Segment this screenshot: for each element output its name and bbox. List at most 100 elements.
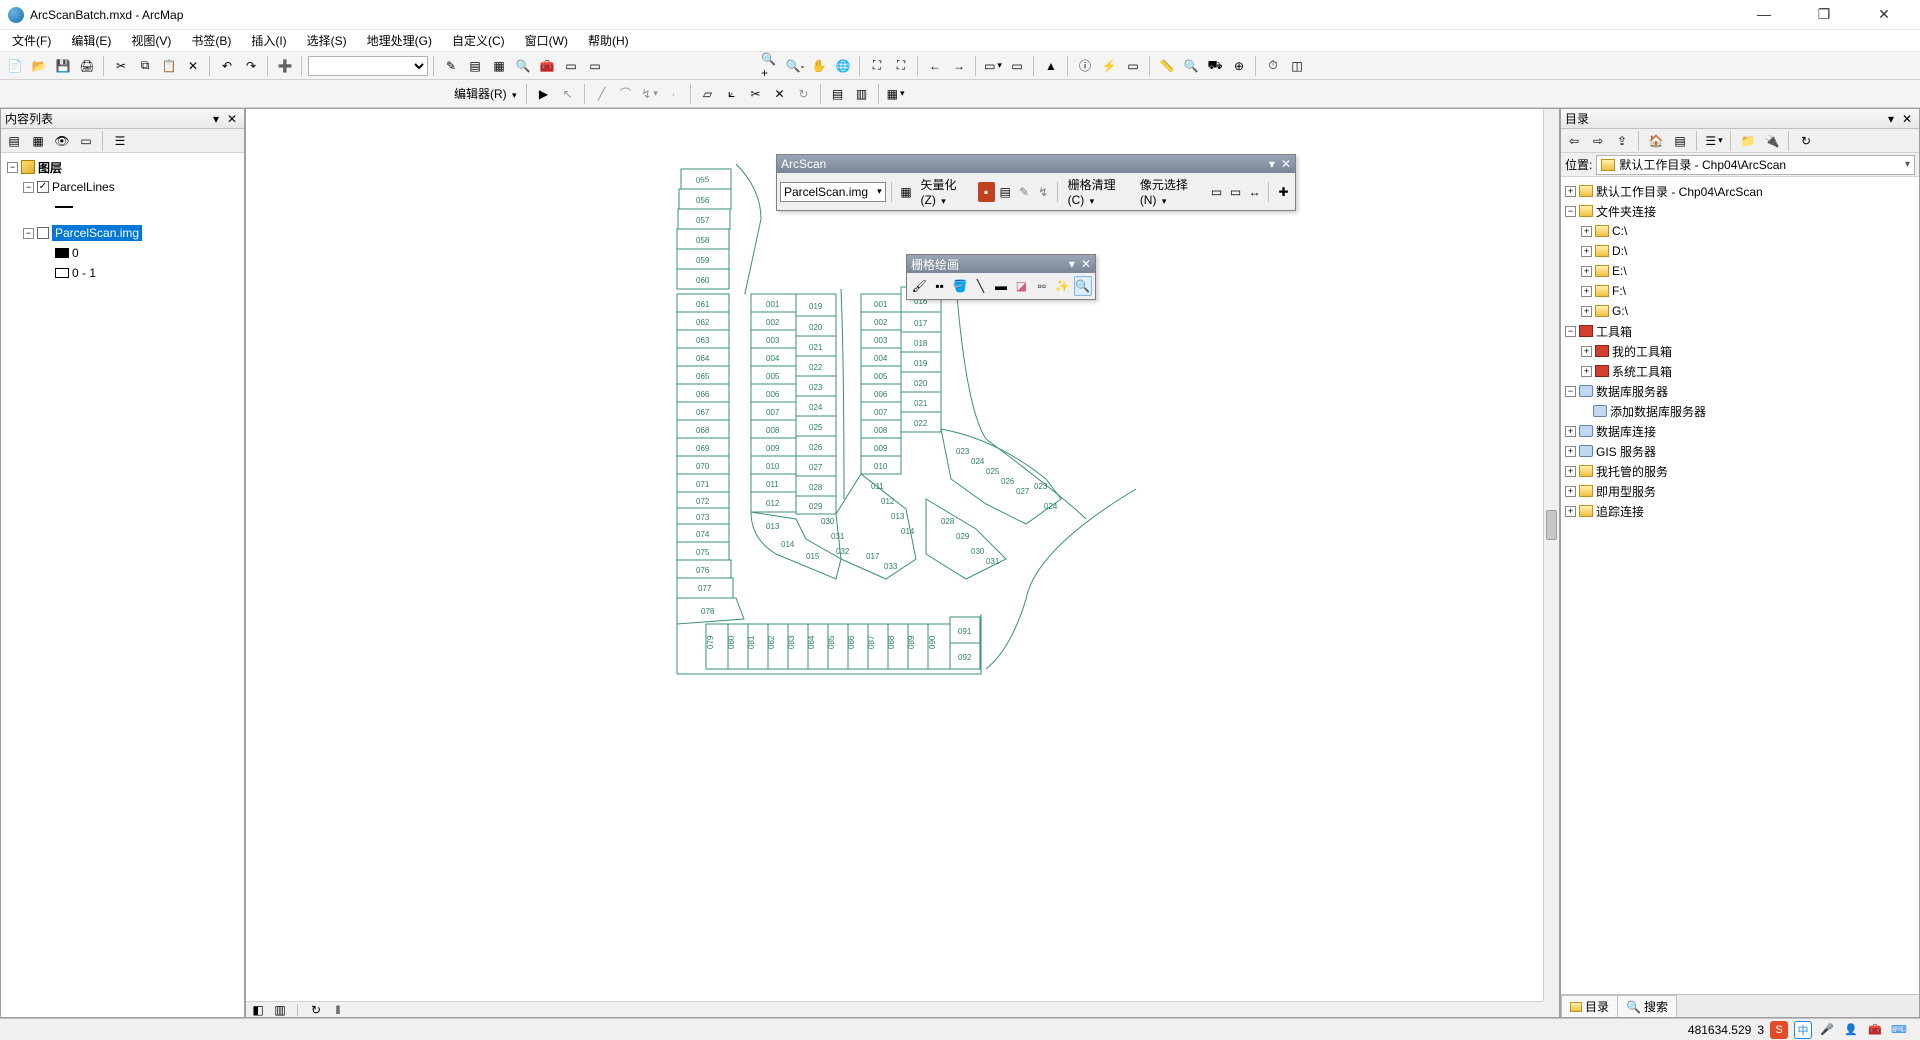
raster-paint-toolbar[interactable]: 栅格绘画 ▾ ✕ 🖌 ▪▪ 🪣 ╲ ▬ ◪ ▫▫ ✨ 🔍 [906,254,1096,300]
sketch-props-button[interactable]: ▥ [851,83,873,105]
html-popup-button[interactable]: ▭ [1122,55,1144,77]
ime-profile-icon[interactable]: 👤 [1842,1021,1860,1039]
menu-customize[interactable]: 自定义(C) [444,30,513,51]
goto-xy-button[interactable]: ⊕ [1228,55,1250,77]
disconnect-folder-button[interactable]: 🔌 [1761,130,1783,152]
find-button[interactable]: 🔍 [1180,55,1202,77]
search-tab[interactable]: 🔍搜索 [1617,995,1677,1017]
catalog-track[interactable]: 追踪连接 [1596,503,1644,520]
root-label[interactable]: 图层 [38,159,62,176]
vertical-scrollbar[interactable] [1543,109,1559,1001]
straight-segment-button[interactable]: ╱ [591,83,613,105]
erase-button[interactable]: ◪ [1012,276,1030,296]
menu-bookmarks[interactable]: 书签(B) [183,30,239,51]
vectorization-settings-button[interactable]: ▦ [898,182,915,202]
zoom-in-button[interactable]: 🔍+ [760,55,782,77]
raster-line-width-button[interactable]: ↔ [1246,182,1263,202]
menu-geoprocessing[interactable]: 地理处理(G) [359,30,440,51]
copy-button[interactable]: ⧉ [134,55,156,77]
pan-button[interactable]: ✋ [808,55,830,77]
back-button[interactable]: ⇦ [1563,130,1585,152]
toc-tree[interactable]: − 图层 − ParcelLines − ParcelScan.img 0 [1,153,244,1017]
clear-selection-button[interactable]: ▭ [1006,55,1028,77]
expand-icon[interactable]: − [23,228,34,239]
paste-button[interactable]: 📋 [158,55,180,77]
home-button[interactable]: 🏠 [1645,130,1667,152]
shape-recognition-button[interactable]: ✎ [1016,182,1033,202]
refresh-button[interactable]: ↻ [308,1003,324,1017]
options-button[interactable]: ☰ [109,130,131,152]
catalog-dbconn[interactable]: 数据库连接 [1596,423,1656,440]
edit-tool-button[interactable]: ▶ [533,83,555,105]
map-view[interactable]: ◧ ▥ ↻ ‖ 055 056 057 058 059 060 061 062 … [245,108,1560,1018]
zoom-out-button[interactable]: 🔍- [784,55,806,77]
create-features-button[interactable]: ▦▾ [885,83,907,105]
full-extent-button[interactable]: 🌐 [832,55,854,77]
arctoolbox-button[interactable]: 🧰 [536,55,558,77]
list-by-selection-button[interactable]: ▭ [75,130,97,152]
toc-button[interactable]: ▤ [464,55,486,77]
select-elements-button[interactable]: ▲ [1040,55,1062,77]
fill-button[interactable]: 🪣 [951,276,969,296]
cut-button[interactable]: ✂ [110,55,132,77]
expand-icon[interactable]: − [23,182,34,193]
expand-icon[interactable]: − [7,162,18,173]
menu-file[interactable]: 文件(F) [4,30,59,51]
menu-window[interactable]: 窗口(W) [517,30,576,51]
split-button[interactable]: ✕ [769,83,791,105]
catalog-button[interactable]: ▦ [488,55,510,77]
catalog-ready[interactable]: 即用型服务 [1596,483,1656,500]
fixed-zoom-out-button[interactable]: ⛶ [890,55,912,77]
python-button[interactable]: ▭ [560,55,582,77]
list-by-source-button[interactable]: ▦ [27,130,49,152]
back-extent-button[interactable]: ← [924,55,946,77]
search-button[interactable]: 🔍 [512,55,534,77]
print-button[interactable]: 🖨 [76,55,98,77]
catalog-home[interactable]: 默认工作目录 - Chp04\ArcScan [1596,183,1763,200]
checkbox-on[interactable] [37,181,49,193]
arcscan-options-button[interactable]: ▾ [1269,157,1275,171]
ime-toolbox-icon[interactable]: 🧰 [1866,1021,1884,1039]
editor-toolbar-button[interactable]: ✎ [440,55,462,77]
pause-button[interactable]: ‖ [330,1003,346,1017]
identify-button[interactable]: ⓘ [1074,55,1096,77]
magic-erase-button[interactable]: ✨ [1053,276,1071,296]
new-doc-button[interactable]: 📄 [4,55,26,77]
raster-painting-toolbar-button[interactable]: ✚ [1275,182,1292,202]
find-route-button[interactable]: ⛟ [1204,55,1226,77]
raster-cleanup-menu[interactable]: 栅格清理(C) ▾ [1064,176,1134,207]
up-button[interactable]: ⇪ [1611,130,1633,152]
vectorize-menu[interactable]: 矢量化(Z) ▾ [917,176,976,207]
ime-mic-icon[interactable]: 🎤 [1818,1021,1836,1039]
layer-parcelscan[interactable]: ParcelScan.img [52,225,142,241]
pin-button[interactable]: ▾ [208,112,224,126]
menu-edit[interactable]: 编辑(E) [63,30,119,51]
catalog-adddb[interactable]: 添加数据库服务器 [1610,403,1706,420]
catalog-drive-g[interactable]: G:\ [1612,304,1628,318]
forward-button[interactable]: ⇨ [1587,130,1609,152]
point-button[interactable]: · [663,83,685,105]
forward-extent-button[interactable]: → [948,55,970,77]
menu-help[interactable]: 帮助(H) [580,30,637,51]
catalog-tab[interactable]: 目录 [1561,995,1618,1017]
minimize-button[interactable]: — [1744,6,1784,23]
open-button[interactable]: 📂 [28,55,50,77]
catalog-pin-button[interactable]: ▾ [1883,112,1899,126]
raster-paint-close-button[interactable]: ✕ [1081,257,1091,271]
refresh-catalog-button[interactable]: ↻ [1795,130,1817,152]
arcscan-close-button[interactable]: ✕ [1281,157,1291,171]
time-slider-button[interactable]: ⏱ [1262,55,1284,77]
ime-lang-icon[interactable]: 中 [1794,1021,1812,1039]
ime-sogou-icon[interactable]: S [1770,1021,1788,1039]
modelbuilder-button[interactable]: ▭ [584,55,606,77]
undo-button[interactable]: ↶ [216,55,238,77]
edit-vertices-button[interactable]: ▱ [697,83,719,105]
vectorization-trace-button[interactable]: ▪ [978,182,995,202]
catalog-drive-d[interactable]: D:\ [1612,244,1627,258]
erase-size-button[interactable]: ▫▫ [1033,276,1051,296]
catalog-drive-f[interactable]: F:\ [1612,284,1626,298]
location-input[interactable]: 默认工作目录 - Chp04\ArcScan [1596,155,1915,175]
swap-fg-bg-button[interactable]: 🔍 [1074,276,1092,296]
editor-label[interactable]: 编辑器(R) ▾ [450,85,521,102]
toc-close-button[interactable]: ✕ [224,112,240,126]
